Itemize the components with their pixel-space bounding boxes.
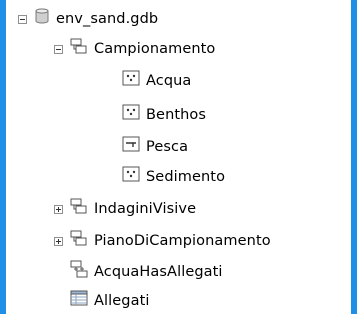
- feature-dataset-icon: [70, 38, 88, 61]
- tree-node-label: Pesca: [146, 139, 189, 155]
- line-feature-class-icon: [122, 136, 140, 159]
- tree-node-pesca[interactable]: Pesca: [122, 136, 188, 158]
- tree-node-label: Acqua: [146, 73, 192, 89]
- tree-node-label: AcquaHasAllegati: [94, 264, 223, 280]
- tree-node-acquahasallegati[interactable]: AcquaHasAllegati: [70, 260, 223, 285]
- catalog-tree-panel: env_sand.gdb Campionamento Acqua Benthos…: [6, 0, 351, 314]
- tree-node-acqua[interactable]: Acqua: [122, 70, 191, 92]
- tree-node-label: Sedimento: [146, 169, 226, 185]
- tree-node-env-sand-gdb[interactable]: env_sand.gdb: [18, 8, 158, 30]
- tree-node-label: PianoDiCampionamento: [94, 233, 271, 249]
- point-feature-class-icon: [122, 70, 140, 93]
- feature-dataset-icon: [70, 198, 88, 221]
- tree-node-pianodicampionamento[interactable]: PianoDiCampionamento: [54, 230, 271, 252]
- collapse-icon[interactable]: [54, 44, 63, 54]
- feature-dataset-icon: [70, 230, 88, 253]
- relationship-class-icon: [70, 260, 88, 285]
- tree-node-allegati[interactable]: Allegati: [70, 290, 150, 312]
- tree-node-campionamento[interactable]: Campionamento: [54, 38, 215, 60]
- database-icon: [34, 8, 50, 31]
- tree-node-label: Benthos: [146, 107, 207, 123]
- tree-node-label: IndaginiVisive: [94, 201, 197, 217]
- tree-node-benthos[interactable]: Benthos: [122, 104, 206, 126]
- tree-node-label: env_sand.gdb: [56, 11, 159, 27]
- tree-node-indaginivisive[interactable]: IndaginiVisive: [54, 198, 196, 220]
- point-feature-class-icon: [122, 104, 140, 127]
- expand-icon[interactable]: [54, 204, 63, 214]
- table-icon: [70, 290, 88, 313]
- expand-icon[interactable]: [54, 236, 63, 246]
- tree-node-label: Allegati: [94, 293, 150, 309]
- tree-node-label: Campionamento: [94, 41, 216, 57]
- tree-node-sedimento[interactable]: Sedimento: [122, 166, 225, 188]
- collapse-icon[interactable]: [18, 14, 27, 24]
- point-feature-class-icon: [122, 166, 140, 189]
